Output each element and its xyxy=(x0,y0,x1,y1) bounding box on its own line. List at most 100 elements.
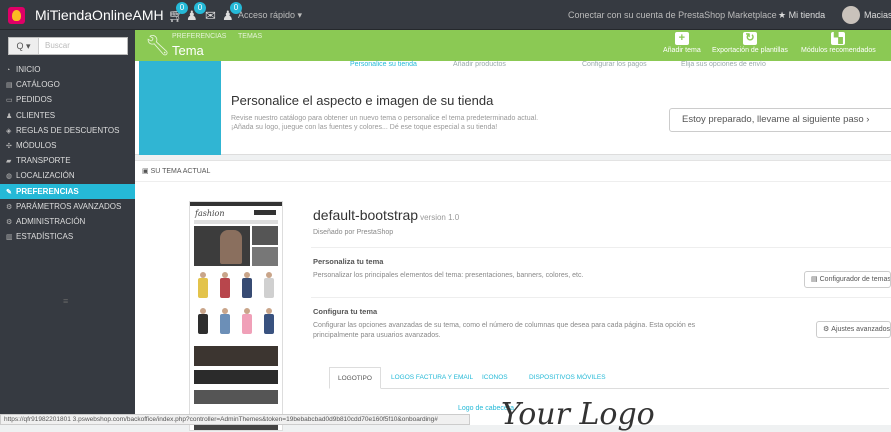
divider xyxy=(135,181,891,182)
sidebar-item-administracion[interactable]: ⚙ ADMINISTRACIÓN xyxy=(0,214,135,229)
onboarding-illustration xyxy=(139,61,221,155)
step-payments[interactable]: Configurar los pagos xyxy=(582,61,647,68)
preview-banner xyxy=(252,247,278,266)
sidebar-item-reglas-descuentos[interactable]: ◈ REGLAS DE DESCUENTOS xyxy=(0,123,135,138)
preview-logo: fashion xyxy=(195,209,225,218)
preview-banner xyxy=(194,370,278,384)
tab-logotipo[interactable]: LOGOTIPO xyxy=(329,367,381,389)
quick-access-menu[interactable]: Acceso rápido ▾ xyxy=(238,10,302,21)
next-step-button[interactable]: Estoy preparado, llevame al siguiente pa… xyxy=(669,108,891,132)
sidebar-item-parametros-avanzados[interactable]: ⚙ PARÁMETROS AVANZADOS xyxy=(0,199,135,214)
onboarding-title: Personalice el aspecto e imagen de su ti… xyxy=(231,93,494,108)
preview-banner xyxy=(194,346,278,366)
theme-name: default-bootstrap version 1.0 xyxy=(313,207,460,223)
step-add-products[interactable]: Añadir productos xyxy=(453,61,506,68)
theme-configurator-button[interactable]: ▤ Configurador de temas xyxy=(804,271,891,288)
preview-product-row xyxy=(194,272,278,300)
breadcrumb-preferencias[interactable]: PREFERENCIAS xyxy=(172,33,226,40)
my-store-link[interactable]: ★ Mi tienda xyxy=(778,10,825,21)
logo-tabs: LOGOTIPO LOGOS FACTURA Y EMAIL ICONOS DI… xyxy=(329,367,889,389)
onboarding-panel: Personalice su tienda Añadir productos C… xyxy=(135,61,891,155)
search-input[interactable]: Buscar xyxy=(45,41,70,50)
preview-product-row xyxy=(194,308,278,336)
configure-title: Configura tu tema xyxy=(313,307,378,316)
step-customize[interactable]: Personalice su tienda xyxy=(350,61,417,68)
preview-banner xyxy=(252,226,278,245)
preview-product xyxy=(216,308,234,336)
preview-product xyxy=(238,308,256,336)
book-icon: ▤ xyxy=(6,82,13,90)
divider xyxy=(311,297,891,298)
truck-icon: ▰ xyxy=(6,158,12,166)
sidebar-item-transporte[interactable]: ▰ TRANSPORTE xyxy=(0,153,135,168)
preview-nav xyxy=(194,220,278,224)
desktop-icon: ▣ xyxy=(142,168,151,175)
tag-icon: ◈ xyxy=(6,127,12,135)
sidebar: Q ▾ Buscar ◔ INICIO ▤ CATÁLOGO ▭ PEDIDOS ♟ C… xyxy=(0,30,135,425)
preview-product xyxy=(216,272,234,300)
prestashop-logo[interactable] xyxy=(8,7,25,24)
tab-iconos[interactable]: ICONOS xyxy=(474,367,516,389)
recommended-modules-button[interactable]: ▚ Módulos recomendados xyxy=(801,32,876,54)
sidebar-item-modulos[interactable]: ✣ MÓDULOS xyxy=(0,138,135,153)
shop-name[interactable]: MiTiendaOnlineAMH xyxy=(35,7,164,23)
message-icon[interactable]: ✉ xyxy=(205,8,216,24)
tab-logos-factura-email[interactable]: LOGOS FACTURA Y EMAIL xyxy=(383,367,481,389)
current-theme-panel: ▣ SU TEMA ACTUAL fashion default-bootstr… xyxy=(135,160,891,432)
tab-dispositivos-moviles[interactable]: DISPOSITIVOS MÓVILES xyxy=(521,367,614,389)
preview-banner xyxy=(194,390,278,404)
preview-cart xyxy=(254,210,276,215)
sidebar-item-inicio[interactable]: ◔ INICIO xyxy=(0,62,135,77)
avatar[interactable] xyxy=(842,6,860,24)
search-type-button[interactable]: Q ▾ xyxy=(9,38,39,54)
collapse-menu-icon[interactable]: ≡ xyxy=(63,296,68,306)
theme-version: version 1.0 xyxy=(420,213,460,222)
sidebar-item-catalogo[interactable]: ▤ CATÁLOGO xyxy=(0,77,135,92)
cogs-icon: ⚙ xyxy=(823,326,830,333)
preview-product xyxy=(260,308,278,336)
preview-product xyxy=(194,308,212,336)
export-templates-button[interactable]: ↻ Exportación de plantillas xyxy=(712,32,788,54)
sidebar-item-preferencias[interactable]: ✎ PREFERENCIAS xyxy=(0,183,135,199)
top-bar: MiTiendaOnlineAMH 🛒︎ 0 ♟ 0 ✉ ♟ 0 Acceso … xyxy=(0,0,891,30)
marketplace-connect-link[interactable]: Conectar con su cuenta de PrestaShop Mar… xyxy=(568,10,777,20)
theme-preview-image: fashion xyxy=(189,201,283,431)
users-icon: ♟ xyxy=(6,112,13,120)
customize-title: Personaliza tu tema xyxy=(313,257,384,266)
refresh-icon: ↻ xyxy=(742,32,757,45)
wrench-icon: ✎ xyxy=(6,188,12,196)
current-logo-image[interactable]: Your Logo xyxy=(501,397,655,432)
puzzle-icon: ▚ xyxy=(831,32,846,45)
status-bar-url: https://qfr91982201801 3.pswebshop.com/b… xyxy=(0,414,470,425)
sidebar-item-localizacion[interactable]: ◍ LOCALIZACIÓN xyxy=(0,168,135,183)
bar-chart-icon: ▥ xyxy=(6,234,13,242)
preview-bar xyxy=(190,202,282,206)
customize-description: Personalizar los principales elementos d… xyxy=(313,272,584,279)
preview-product xyxy=(194,272,212,300)
theme-author: Diseñado por PrestaShop xyxy=(313,229,394,236)
preview-slider xyxy=(194,226,250,266)
preview-product xyxy=(238,272,256,300)
sidebar-item-estadisticas[interactable]: ▥ ESTADÍSTICAS xyxy=(0,229,135,244)
divider xyxy=(311,247,891,248)
step-shipping[interactable]: Elija sus opciones de envío xyxy=(681,61,766,68)
configure-description: Configurar las opciones avanzadas de su … xyxy=(313,322,696,339)
preview-product xyxy=(260,272,278,300)
list-icon: ▤ xyxy=(811,276,818,283)
sidebar-item-clientes[interactable]: ♟ CLIENTES xyxy=(0,108,135,123)
add-theme-button[interactable]: + Añadir tema xyxy=(663,32,701,54)
advanced-settings-button[interactable]: ⚙ Ajustes avanzados xyxy=(816,321,891,338)
tachometer-icon: ◔ xyxy=(6,67,11,74)
search-box: Q ▾ Buscar xyxy=(8,37,128,55)
cogs-icon: ⚙ xyxy=(6,203,13,211)
plus-icon: + xyxy=(674,32,689,45)
breadcrumb-temas[interactable]: TEMAS xyxy=(238,33,262,40)
sidebar-item-pedidos[interactable]: ▭ PEDIDOS xyxy=(0,92,135,107)
page-title: Tema xyxy=(172,43,204,58)
user-name[interactable]: Macias Alt xyxy=(864,10,891,20)
sidebar-menu: ◔ INICIO ▤ CATÁLOGO ▭ PEDIDOS ♟ CLIENTES ◈ RE… xyxy=(0,62,135,244)
wrench-icon: 🔧︎ xyxy=(145,35,171,57)
page-header: 🔧︎ PREFERENCIAS TEMAS Tema + Añadir tema… xyxy=(135,30,891,61)
panel-title: ▣ SU TEMA ACTUAL xyxy=(142,168,211,175)
cog-icon: ⚙ xyxy=(6,218,13,226)
